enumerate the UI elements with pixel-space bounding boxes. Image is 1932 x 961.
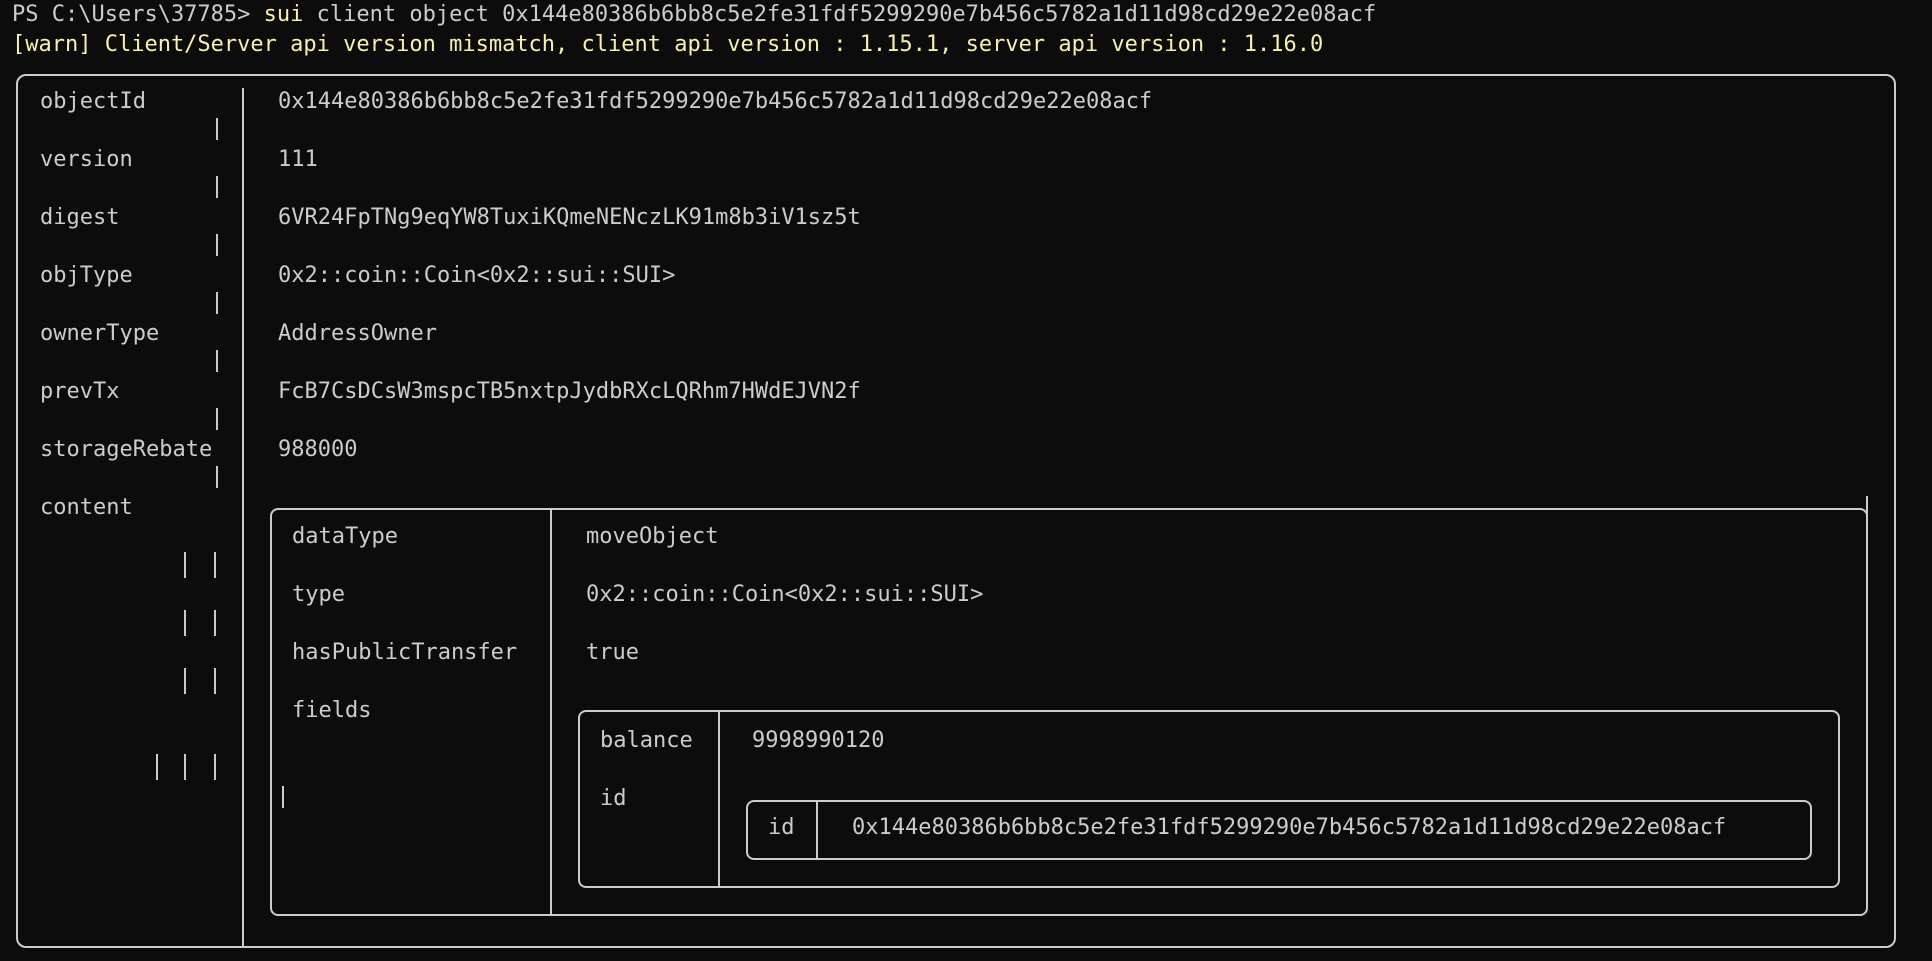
row-separator [16,526,18,548]
row-separator [184,754,186,780]
fields-key-id: id [600,786,627,811]
id-key: id [768,815,795,840]
row-separator [216,350,218,372]
terminal-window: { "prompt": { "ps": "PS C:\\Users\\37785… [0,0,1932,961]
fields-key-balance: balance [600,728,693,753]
row-key-objectId: objectId [40,89,146,114]
row-separator [214,552,216,578]
row-separator [184,552,186,578]
row-separator [214,754,216,780]
row-value-storageRebate: 988000 [278,437,358,462]
content-key-dataType: dataType [292,524,398,549]
row-key-version: version [40,147,133,172]
row-separator [1894,700,1896,722]
row-separator [216,408,218,430]
prompt-text: PS C:\Users\37785> [12,2,264,27]
row-value-prevTx: FcB7CsDCsW3mspcTB5nxtpJydbRXcLQRhm7HWdEJ… [278,379,861,404]
id-value: 0x144e80386b6bb8c5e2fe31fdf5299290e7b456… [852,815,1727,840]
row-separator [214,610,216,636]
row-separator [16,584,18,606]
row-value-version: 111 [278,147,318,172]
row-separator [216,466,218,488]
object-table-divider [242,88,244,948]
row-separator [1866,786,1868,808]
row-value-digest: 6VR24FpTNg9eqYW8TuxiKQmeNENczLK91m8b3iV1… [278,205,861,230]
content-key-type: type [292,582,345,607]
row-key-ownerType: ownerType [40,321,160,346]
id-table-divider [816,802,818,858]
row-separator [16,700,18,748]
content-key-fields: fields [292,698,372,723]
row-key-content: content [40,495,133,520]
row-separator [282,786,284,808]
fields-table-divider [718,712,720,886]
content-table-divider [550,510,552,914]
command-line: PS C:\Users\37785> sui client object 0x1… [12,0,1376,29]
command-args: client object 0x144e80386b6bb8c5e2fe31fd… [303,2,1377,27]
content-value-hasPublicTransfer: true [586,640,639,665]
row-separator [16,786,18,808]
content-value-type: 0x2::coin::Coin<0x2::sui::SUI> [586,582,984,607]
row-separator [156,754,158,780]
row-key-prevTx: prevTx [40,379,120,404]
row-separator [216,118,218,140]
row-separator [1894,786,1896,808]
row-value-ownerType: AddressOwner [278,321,437,346]
row-separator [214,668,216,694]
content-value-dataType: moveObject [586,524,719,549]
row-separator [216,292,218,314]
row-separator [216,176,218,198]
row-key-objType: objType [40,263,133,288]
row-separator [184,610,186,636]
command-name: sui [263,2,304,27]
row-separator [16,642,18,664]
row-key-digest: digest [40,205,120,230]
row-separator [216,234,218,256]
row-value-objectId: 0x144e80386b6bb8c5e2fe31fdf5299290e7b456… [278,89,1153,114]
fields-value-balance: 9998990120 [752,728,885,753]
content-key-hasPublicTransfer: hasPublicTransfer [292,640,518,665]
row-separator [1866,700,1868,722]
row-key-storageRebate: storageRebate [40,437,213,462]
row-value-objType: 0x2::coin::Coin<0x2::sui::SUI> [278,263,676,288]
row-separator [184,668,186,694]
version-warning: [warn] Client/Server api version mismatc… [12,32,1324,57]
